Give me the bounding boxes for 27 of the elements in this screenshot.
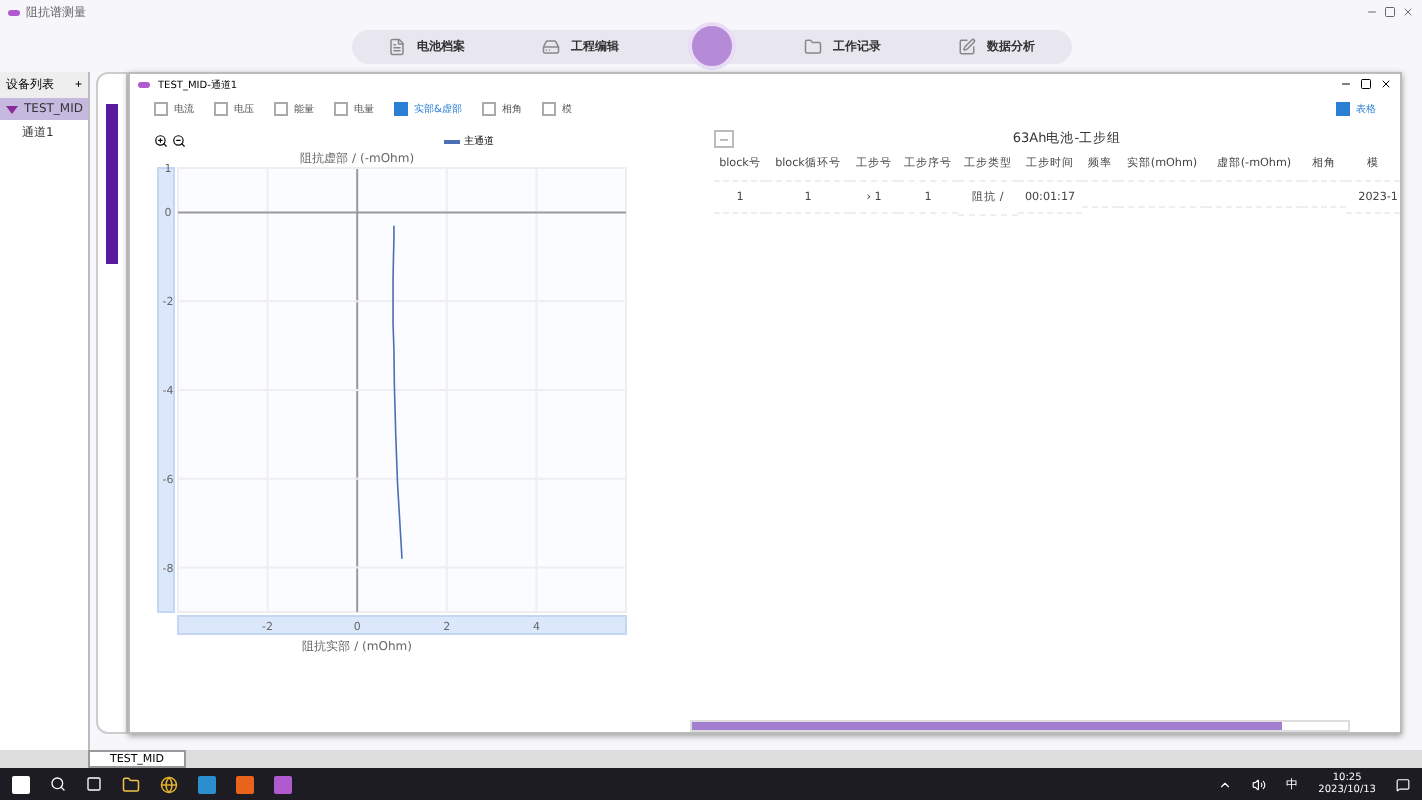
app-logo-icon [8,9,20,15]
document-icon [387,37,405,55]
minimize-icon[interactable] [1340,78,1352,90]
window-logo-icon [138,81,150,87]
x-zoom-slider[interactable] [177,615,627,635]
app-icon[interactable] [198,775,216,793]
drive-icon [541,37,559,55]
close-icon[interactable] [1380,78,1392,90]
volume-icon[interactable] [1252,777,1267,791]
app-icon[interactable] [236,775,254,793]
notification-icon[interactable] [1396,777,1410,791]
edit-icon [957,37,975,55]
search-icon[interactable] [50,776,66,792]
horizontal-scrollbar[interactable] [690,720,1350,732]
caret-icon[interactable] [6,105,18,113]
y-zoom-slider[interactable] [157,167,175,613]
browser-icon[interactable] [160,775,178,793]
app-logo[interactable] [687,22,735,70]
tray-expand-icon[interactable] [1218,777,1233,791]
app-icon[interactable] [274,775,292,793]
scrollbar-thumb[interactable] [692,722,1283,730]
zoom-in-icon[interactable] [154,134,168,148]
maximize-icon[interactable] [1360,78,1372,90]
task-view-icon[interactable] [86,776,102,792]
folder-icon[interactable] [122,775,140,793]
folder-icon [803,37,821,55]
zoom-out-icon[interactable] [172,134,186,148]
